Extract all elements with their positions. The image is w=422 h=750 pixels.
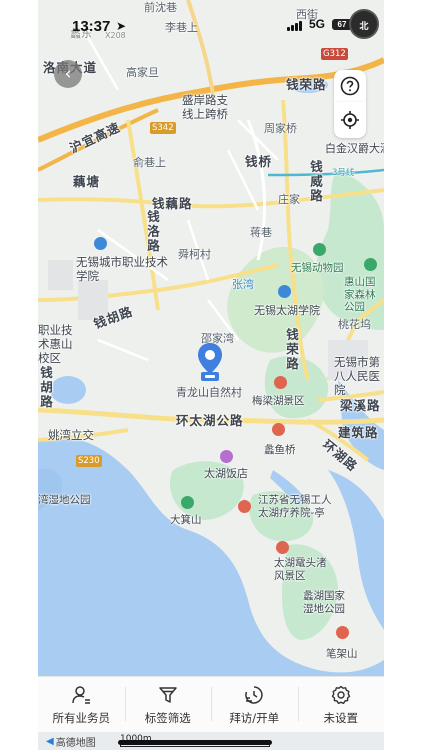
locate-button[interactable]	[334, 102, 366, 138]
amap-logo-text: 高德地图	[55, 738, 96, 749]
map-label: 盛岸路支	[182, 93, 228, 107]
marker-label: 青龙山自然村	[176, 386, 242, 399]
road-shield: G312	[321, 48, 348, 60]
map-label: 太湖饭店	[204, 467, 248, 480]
person-icon	[72, 685, 91, 704]
map-label: 笔架山	[326, 648, 358, 660]
screen: S342 G312 S230 前沈巷 李巷上 西街 蠡东 X208 洛南大道 高…	[0, 0, 422, 750]
scenic-icon	[274, 376, 287, 389]
toolbar-item-settings[interactable]: 未设置	[297, 677, 385, 732]
network-type: 5G	[309, 17, 326, 31]
compass[interactable]: 北	[349, 9, 379, 39]
map-label: 蠡鱼桥	[264, 444, 296, 456]
map-label: 姚湾立交	[48, 428, 94, 442]
signal-icon	[287, 21, 302, 31]
scenic-icon	[336, 626, 349, 639]
toolbar-item-tag-filter[interactable]: 标签筛选	[124, 677, 212, 732]
map-label: 高家旦	[126, 66, 159, 79]
park-icon	[364, 258, 377, 271]
map-label: 3号线	[332, 168, 355, 178]
gear-icon	[331, 685, 350, 704]
map-label: 藕塘	[73, 174, 101, 189]
filter-icon	[159, 686, 177, 703]
map-label: 线上跨桥	[182, 107, 228, 121]
help-button[interactable]	[334, 70, 366, 102]
road-shield: S230	[76, 455, 102, 467]
home-indicator[interactable]	[118, 740, 272, 745]
map-label: 梅梁湖景区	[252, 395, 305, 407]
map-label: 舜柯村	[178, 248, 211, 261]
map-label: 太湖鼋头渚风景区	[274, 557, 327, 582]
map-label: 梁溪路	[340, 398, 381, 413]
map-label: 钱洛路	[145, 210, 160, 254]
location-pin-icon[interactable]	[196, 342, 224, 382]
map-label: 建筑路	[338, 425, 379, 440]
clock-icon	[245, 685, 263, 704]
map-label: 周家桥	[264, 122, 297, 135]
back-button[interactable]: ‹	[54, 60, 82, 88]
toolbar-label: 拜访/开单	[229, 710, 280, 725]
map-label: 无锡动物园	[291, 262, 344, 274]
bottom-toolbar: 所有业务员 标签筛选 拜访/开单 未设置	[38, 676, 384, 732]
toolbar-label: 标签筛选	[144, 710, 191, 725]
map-label: 钱藕路	[152, 196, 193, 211]
toolbar-item-visit-order[interactable]: 拜访/开单	[211, 677, 298, 732]
hotel-icon	[220, 450, 233, 463]
map-label: 蒋巷	[250, 226, 272, 239]
amap-arrow-icon: ◀	[46, 736, 54, 747]
scenic-icon	[276, 541, 289, 554]
toolbar-label: 所有业务员	[52, 710, 111, 725]
map-label: 职业技术惠山校区	[38, 323, 73, 365]
location-arrow-icon: ➤	[116, 19, 127, 33]
crosshair-icon	[341, 111, 359, 129]
scenic-icon	[272, 423, 285, 436]
map-label: 桃花坞	[338, 318, 371, 331]
map-label: 大箕山	[170, 514, 202, 526]
zoo-icon	[313, 243, 326, 256]
map-label: 无锡太湖学院	[254, 304, 320, 317]
park-icon	[181, 496, 194, 509]
road-shield: S342	[150, 122, 176, 134]
map-label: 环太湖公路	[176, 413, 244, 428]
map-label: 惠山国家森林公园	[344, 276, 376, 314]
map-label: 庄家	[278, 193, 300, 206]
map-label: 无锡城市职业技术学院	[76, 255, 168, 283]
amap-logo: ◀ 高德地图	[46, 734, 96, 749]
chevron-left-icon: ‹	[64, 64, 72, 84]
status-bar: 13:37 ➤ 5G 67	[38, 0, 384, 44]
school-icon	[94, 237, 107, 250]
map-label: 钱威路	[308, 160, 323, 204]
toolbar-item-salespeople[interactable]: 所有业务员	[38, 677, 125, 732]
map-label: 钱荣路	[284, 328, 299, 372]
map-label: 湾湿地公园	[38, 494, 91, 506]
school-icon	[278, 285, 291, 298]
clock-time: 13:37	[72, 18, 111, 35]
map-label: 白金汉爵大酒	[325, 142, 384, 155]
toolbar-label: 未设置	[323, 710, 359, 725]
map-label: 无锡市第八人民医院	[334, 355, 380, 397]
map-label: 钱胡路	[38, 366, 53, 410]
map-label: 钱桥	[245, 154, 273, 169]
map-label: 俞巷上	[133, 156, 166, 169]
question-circle-icon	[340, 76, 360, 96]
map-label: 钱荣路	[286, 77, 327, 92]
scenic-icon	[238, 500, 251, 513]
map-label: 江苏省无锡工人太湖疗养院-亭	[258, 494, 332, 519]
map-label: 蠡湖国家湿地公园	[303, 590, 345, 615]
compass-label: 北	[359, 22, 369, 32]
map-label: 张湾	[232, 278, 254, 291]
